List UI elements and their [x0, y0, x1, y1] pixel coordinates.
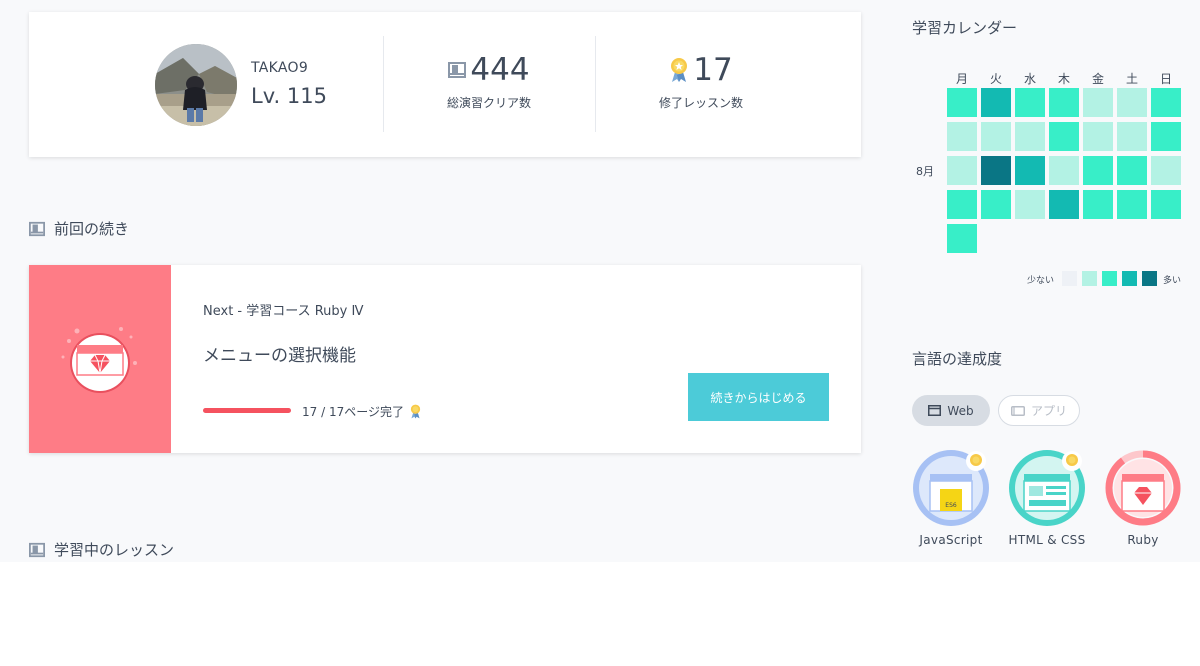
tab-label: アプリ: [1030, 404, 1067, 418]
calendar-day-cell: [1117, 156, 1147, 185]
ruby-course-icon: [61, 327, 137, 393]
language-name-ruby: Ruby: [1127, 533, 1159, 547]
legend-swatch: [1082, 271, 1097, 286]
profile-card: TAKAO9 Lv. 115 444 総演習クリア数 17 修了レッスン数: [29, 12, 861, 157]
lesson-progress-text: 17 / 17ページ完了: [302, 403, 422, 420]
calendar-day-cell: [1117, 190, 1147, 219]
calendar-day-cell: [947, 156, 977, 185]
medal-icon: [410, 404, 421, 419]
course-thumbnail[interactable]: [29, 265, 171, 453]
lesson-title[interactable]: メニューの選択機能: [203, 341, 356, 366]
ruby-badge[interactable]: [1104, 449, 1182, 527]
exercise-count: 444: [470, 52, 530, 88]
continue-lesson-card[interactable]: Next - 学習コース Ruby Ⅳ メニューの選択機能 17 / 17ページ…: [29, 265, 861, 453]
calendar-day-cell: [1015, 156, 1045, 185]
calendar-day-cell: [947, 190, 977, 219]
continue-section-heading: 前回の続き: [29, 218, 129, 239]
tab-app[interactable]: アプリ: [998, 395, 1080, 426]
calendar-day-cell: [981, 88, 1011, 117]
tab-label: Web: [947, 403, 974, 418]
weekday-label: 金: [1091, 72, 1104, 86]
stat-exercises: 444 総演習クリア数: [384, 50, 594, 111]
user-level: Lv. 115: [251, 84, 327, 108]
calendar-day-cell: [1049, 122, 1079, 151]
html-css-badge[interactable]: [1008, 449, 1086, 527]
calendar-day-cell: [1015, 88, 1045, 117]
calendar-day-cell: [947, 122, 977, 151]
legend-more-label: 多い: [1163, 276, 1182, 286]
language-name-javascript: JavaScript: [919, 533, 983, 547]
current-lessons-heading: 学習中のレッスン: [29, 539, 174, 560]
lesson-progress-bar: [203, 408, 291, 413]
calendar-month-label: 8月: [916, 165, 934, 178]
section-title: 学習中のレッスン: [54, 541, 175, 559]
es6-label: ES6: [945, 502, 957, 509]
weekday-label: 月: [955, 72, 968, 86]
completed-lesson-label: 修了レッスン数: [658, 96, 743, 110]
calendar-day-cell: [947, 224, 977, 253]
progress-label: 17 / 17ページ完了: [302, 405, 404, 419]
calendar-day-cell: [1151, 122, 1181, 151]
username: TAKAO9: [251, 60, 309, 76]
language-name-html-css: HTML & CSS: [1008, 533, 1086, 547]
window-icon: [928, 405, 942, 416]
weekday-label: 日: [1159, 72, 1172, 86]
calendar-day-cell: [1083, 156, 1113, 185]
calendar-day-cell: [981, 190, 1011, 219]
section-title: 前回の続き: [54, 220, 130, 238]
calendar-day-cell: [1151, 156, 1181, 185]
medal-icon: [671, 58, 688, 82]
calendar-day-cell: [981, 122, 1011, 151]
calendar-day-cell: [981, 156, 1011, 185]
weekday-label: 火: [989, 72, 1002, 86]
legend-less-label: 少ない: [1027, 276, 1055, 286]
tab-web[interactable]: Web: [912, 395, 990, 426]
calendar-title: 学習カレンダー: [912, 19, 1018, 37]
language-progress-title: 言語の達成度: [912, 350, 1003, 368]
javascript-badge[interactable]: ES6: [912, 449, 990, 527]
calendar-day-cell: [1083, 88, 1113, 117]
calendar-day-cell: [1117, 88, 1147, 117]
calendar-day-cell: [1015, 190, 1045, 219]
calendar-day-cell: [1117, 122, 1147, 151]
exercise-count-label: 総演習クリア数: [446, 96, 531, 110]
legend-swatch: [1122, 271, 1137, 286]
dashboard: TAKAO9 Lv. 115 444 総演習クリア数 17 修了レッスン数 前回…: [0, 0, 1200, 562]
calendar-day-cell: [947, 88, 977, 117]
book-icon: [448, 62, 467, 78]
calendar-day-cell: [1049, 190, 1079, 219]
legend-swatch: [1062, 271, 1077, 286]
calendar-day-cell: [1151, 88, 1181, 117]
lesson-progress-fill: [203, 408, 291, 413]
avatar[interactable]: [155, 44, 237, 126]
calendar-day-cell: [1049, 156, 1079, 185]
avatar-photo: [155, 44, 237, 126]
weekday-label: 木: [1057, 72, 1070, 86]
weekday-label: 水: [1023, 72, 1036, 86]
calendar-day-cell: [1015, 122, 1045, 151]
completed-lesson-count: 17: [693, 52, 733, 88]
calendar-day-cell: [1083, 190, 1113, 219]
weekday-label: 土: [1125, 72, 1138, 86]
calendar-day-cell: [1151, 190, 1181, 219]
next-course-label[interactable]: Next - 学習コース Ruby Ⅳ: [203, 300, 364, 319]
calendar-day-cell: [1049, 88, 1079, 117]
book-icon: [29, 221, 45, 236]
legend-swatch: [1102, 271, 1117, 286]
mobile-icon: [1010, 405, 1025, 416]
book-icon: [29, 542, 45, 557]
calendar-day-cell: [1083, 122, 1113, 151]
legend-swatch: [1142, 271, 1157, 286]
stat-lessons: 17 修了レッスン数: [596, 50, 806, 111]
continue-button[interactable]: 続きからはじめる: [688, 373, 829, 421]
